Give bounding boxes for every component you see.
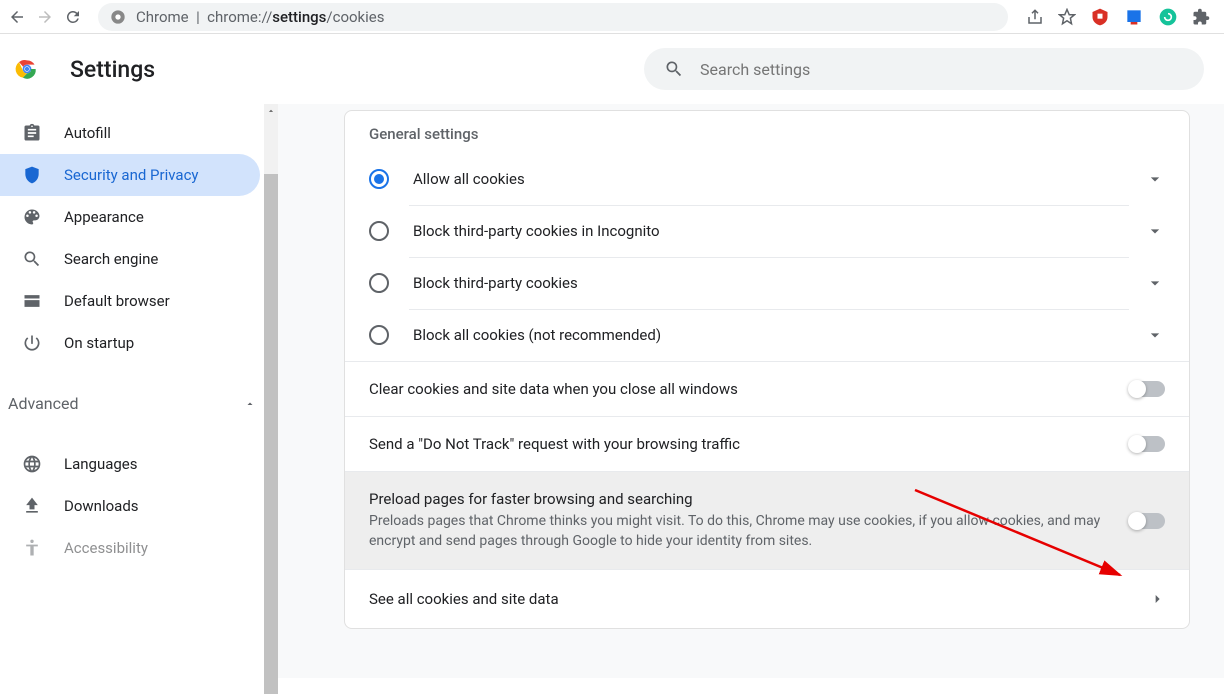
radio-block-third-party[interactable]: Block third-party cookies <box>345 257 1189 309</box>
settings-sidebar: Autofill Security and Privacy Appearance… <box>0 104 278 678</box>
toggle-switch[interactable] <box>1129 436 1165 452</box>
accessibility-icon <box>22 538 42 558</box>
chevron-down-icon[interactable] <box>1145 273 1165 293</box>
chrome-page-icon <box>110 9 126 25</box>
see-all-cookies-link[interactable]: See all cookies and site data <box>345 569 1189 628</box>
search-icon <box>22 249 42 269</box>
power-icon <box>22 333 42 353</box>
ublock-icon[interactable] <box>1090 7 1110 27</box>
cookies-card: General settings Allow all cookies Block… <box>344 110 1190 629</box>
toggle-switch[interactable] <box>1129 381 1165 397</box>
sidebar-item-accessibility[interactable]: Accessibility <box>0 527 260 569</box>
sidebar-item-search-engine[interactable]: Search engine <box>0 238 260 280</box>
palette-icon <box>22 207 42 227</box>
share-icon[interactable] <box>1026 8 1044 26</box>
globe-icon <box>22 454 42 474</box>
sidebar-item-label: Autofill <box>64 124 111 142</box>
chevron-right-icon <box>1149 591 1165 607</box>
sidebar-item-security[interactable]: Security and Privacy <box>0 154 260 196</box>
download-icon <box>22 496 42 516</box>
chevron-down-icon[interactable] <box>1145 325 1165 345</box>
chevron-down-icon[interactable] <box>1145 169 1165 189</box>
sidebar-item-label: Appearance <box>64 208 144 226</box>
toggle-preload-pages[interactable]: Preload pages for faster browsing and se… <box>345 471 1189 569</box>
radio-icon <box>369 221 389 241</box>
sidebar-item-appearance[interactable]: Appearance <box>0 196 260 238</box>
radio-icon <box>369 273 389 293</box>
toggle-do-not-track[interactable]: Send a "Do Not Track" request with your … <box>345 416 1189 471</box>
reload-icon[interactable] <box>64 8 82 26</box>
sidebar-item-downloads[interactable]: Downloads <box>0 485 260 527</box>
sidebar-item-label: Default browser <box>64 292 170 310</box>
clipboard-icon <box>22 123 42 143</box>
sidebar-item-on-startup[interactable]: On startup <box>0 322 260 364</box>
extension-icon-1[interactable] <box>1124 7 1144 27</box>
page-title: Settings <box>70 56 155 83</box>
toggle-clear-on-close[interactable]: Clear cookies and site data when you clo… <box>345 361 1189 416</box>
sidebar-item-label: Search engine <box>64 250 158 268</box>
sidebar-item-label: Languages <box>64 455 138 473</box>
sidebar-advanced-toggle[interactable]: Advanced <box>0 382 278 425</box>
radio-allow-all[interactable]: Allow all cookies <box>345 153 1189 205</box>
back-icon[interactable] <box>8 8 26 26</box>
sidebar-item-label: Security and Privacy <box>64 166 199 184</box>
chrome-logo-icon <box>14 56 40 82</box>
toolbar-actions <box>1020 7 1216 27</box>
sidebar-item-languages[interactable]: Languages <box>0 443 260 485</box>
radio-block-incognito[interactable]: Block third-party cookies in Incognito <box>345 205 1189 257</box>
settings-main: General settings Allow all cookies Block… <box>278 104 1224 678</box>
star-icon[interactable] <box>1058 8 1076 26</box>
scroll-up-icon[interactable] <box>266 106 276 116</box>
general-settings-heading: General settings <box>345 111 1189 153</box>
search-input[interactable] <box>700 60 1184 79</box>
radio-block-all[interactable]: Block all cookies (not recommended) <box>345 309 1189 361</box>
sidebar-item-label: Downloads <box>64 497 139 515</box>
nav-buttons <box>8 8 82 26</box>
address-bar[interactable]: Chrome | chrome://settings/cookies <box>98 3 1008 31</box>
omnibox-url: Chrome | chrome://settings/cookies <box>136 8 385 26</box>
extensions-puzzle-icon[interactable] <box>1192 8 1210 26</box>
chevron-down-icon[interactable] <box>1145 221 1165 241</box>
sidebar-item-autofill[interactable]: Autofill <box>0 112 260 154</box>
sidebar-item-label: On startup <box>64 334 134 352</box>
forward-icon[interactable] <box>36 8 54 26</box>
browser-toolbar: Chrome | chrome://settings/cookies <box>0 0 1224 34</box>
search-icon <box>664 59 684 79</box>
chevron-up-icon <box>244 398 256 410</box>
radio-icon <box>369 169 389 189</box>
sidebar-scrollbar-thumb[interactable] <box>264 174 278 694</box>
toggle-switch[interactable] <box>1129 513 1165 529</box>
grammarly-icon[interactable] <box>1158 7 1178 27</box>
browser-icon <box>22 291 42 311</box>
shield-icon <box>22 165 42 185</box>
radio-icon <box>369 325 389 345</box>
settings-search[interactable] <box>644 48 1204 90</box>
sidebar-item-label: Accessibility <box>64 539 148 557</box>
sidebar-item-default-browser[interactable]: Default browser <box>0 280 260 322</box>
